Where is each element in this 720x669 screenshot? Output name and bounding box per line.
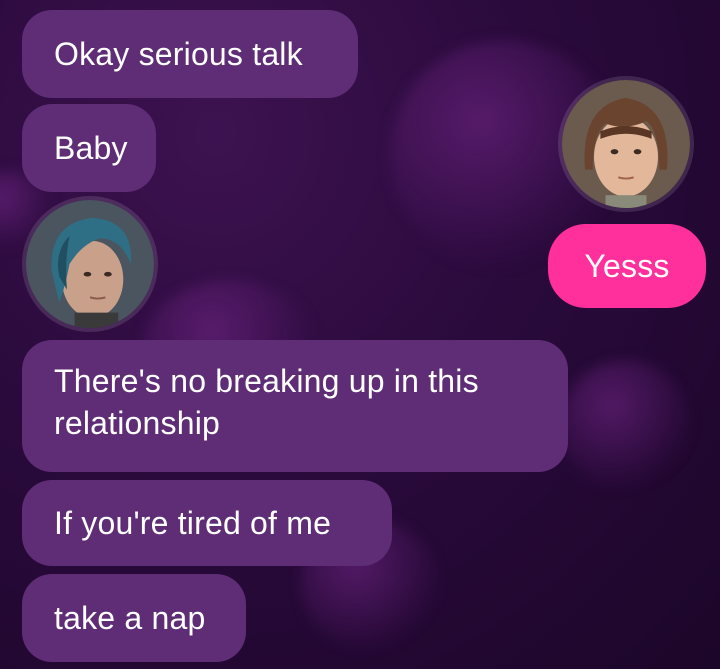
my-avatar[interactable] [558, 76, 694, 212]
message-text: Yesss [584, 248, 670, 284]
message-bubble-incoming[interactable]: If you're tired of me [22, 480, 392, 566]
message-bubble-incoming[interactable]: take a nap [22, 574, 246, 662]
message-bubble-incoming[interactable]: Okay serious talk [22, 10, 358, 98]
message-text: If you're tired of me [54, 505, 332, 541]
message-bubble-incoming[interactable]: Baby [22, 104, 156, 192]
message-bubble-outgoing[interactable]: Yesss [548, 224, 706, 308]
background-bokeh [560, 360, 690, 490]
message-text: There's no breaking up in this relations… [54, 363, 479, 441]
message-text: Okay serious talk [54, 36, 303, 72]
blue-haired-avatar-icon [26, 200, 154, 328]
message-bubble-incoming[interactable]: There's no breaking up in this relations… [22, 340, 568, 472]
message-text: Baby [54, 130, 128, 166]
message-text: take a nap [54, 600, 206, 636]
contact-avatar[interactable] [22, 196, 158, 332]
brown-haired-avatar-icon [562, 80, 690, 208]
